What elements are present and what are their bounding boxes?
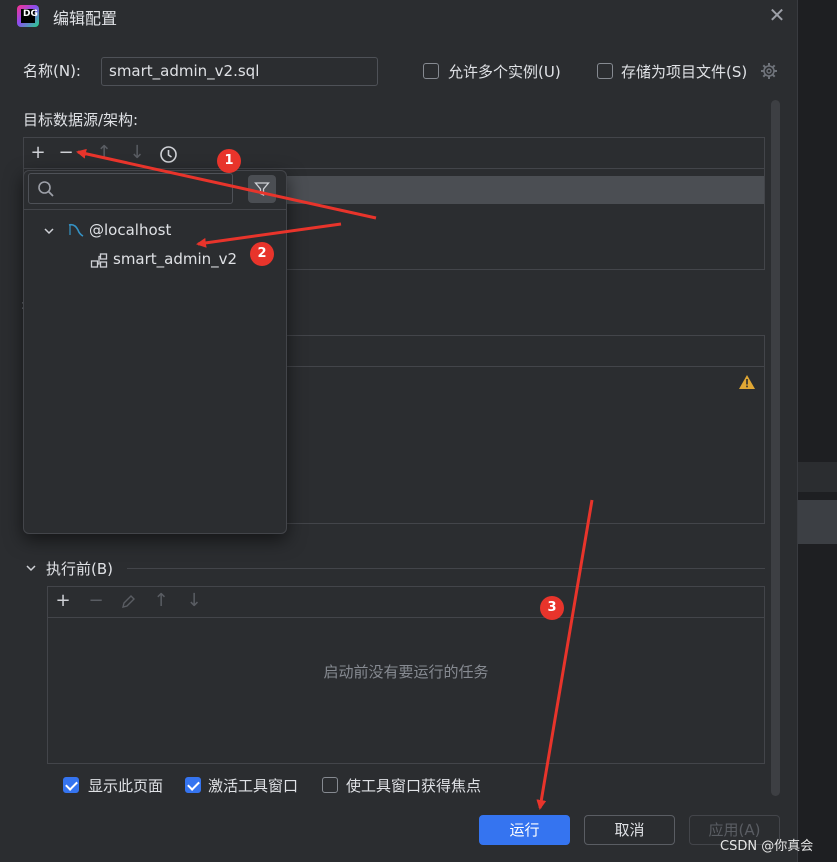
arrow-3 (536, 499, 594, 810)
annotation-marker-1: 1 (217, 149, 241, 173)
annotation-arrows (76, 148, 594, 810)
annotation-marker-3: 3 (540, 596, 564, 620)
watermark: CSDN @你真会 (720, 839, 814, 854)
arrow-2 (196, 222, 342, 248)
annotation-marker-2: 2 (250, 242, 274, 266)
